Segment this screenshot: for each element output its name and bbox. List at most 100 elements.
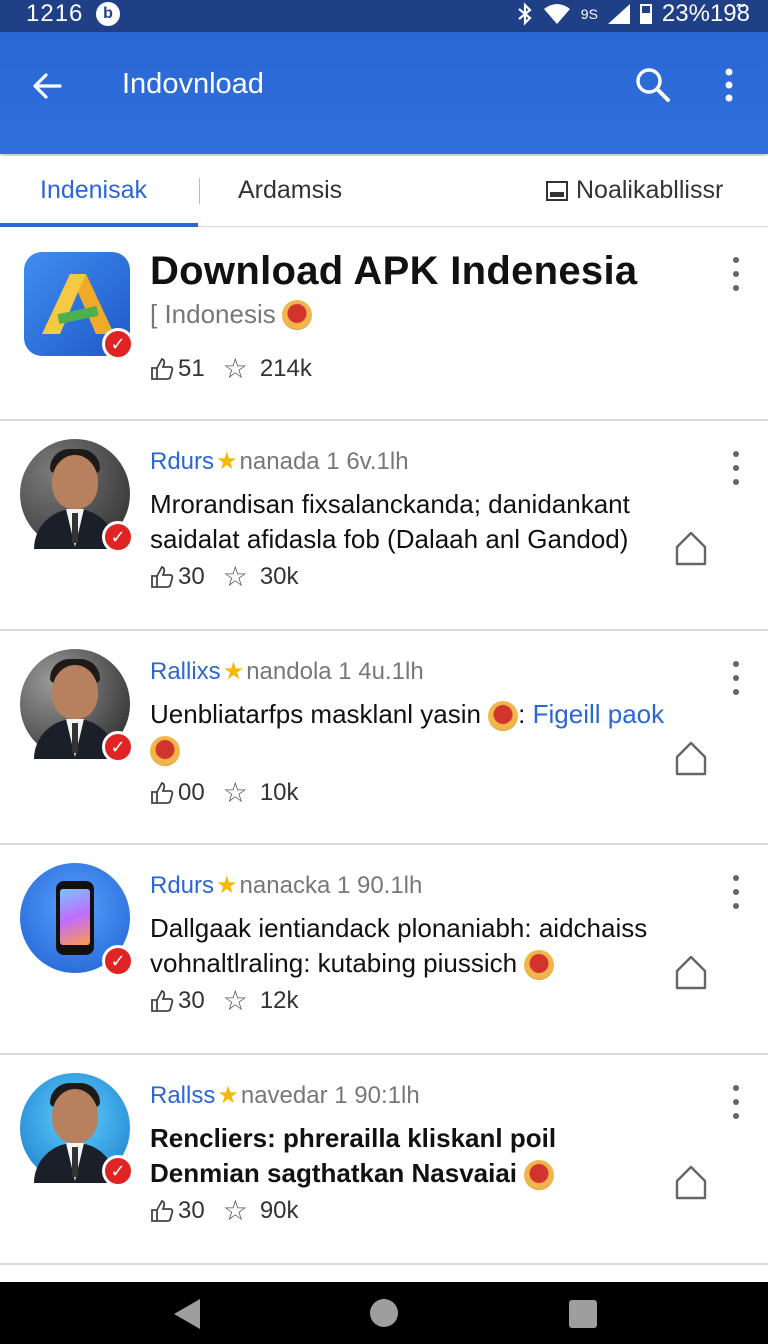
- post-text: Rencliers: phrerailla kliskanl poil Denm…: [150, 1121, 670, 1191]
- image-icon: [546, 180, 568, 201]
- post-author[interactable]: Rdurs: [150, 448, 214, 476]
- post-time: nanada 1 6v.1lh: [239, 447, 409, 475]
- back-button[interactable]: [26, 64, 70, 108]
- tab-label: Noalikabllissr: [576, 176, 724, 204]
- emoji-icon: [150, 736, 180, 767]
- tab-noalikabllissr[interactable]: Noalikabllissr: [546, 176, 723, 205]
- wifi-icon: [543, 4, 570, 24]
- post-more-button[interactable]: [730, 451, 742, 485]
- thumbs-up-icon[interactable]: [150, 357, 174, 381]
- share-icon[interactable]: [672, 529, 710, 567]
- phone-screen: [60, 889, 90, 945]
- app-logo: ✓: [24, 252, 134, 360]
- emoji-icon: [524, 950, 555, 981]
- post-stats: 30 ☆ 30k: [150, 563, 299, 591]
- verified-badge-icon: ✓: [102, 521, 134, 553]
- emoji-icon: [488, 701, 519, 732]
- star-icon[interactable]: ☆: [223, 563, 248, 591]
- battery-status: 23%19̃8: [661, 0, 750, 27]
- post-time: navedar 1 90:1lh: [240, 1081, 420, 1109]
- post-time: nandola 1 4u.1lh: [246, 657, 424, 685]
- thumbs-up-icon[interactable]: [150, 1199, 174, 1223]
- more-options-button[interactable]: [714, 66, 744, 106]
- post-time: nanacka 1 90.1lh: [239, 871, 423, 899]
- battery-icon: [639, 4, 652, 24]
- thumbs-up-icon[interactable]: [150, 989, 174, 1013]
- share-icon[interactable]: [672, 739, 710, 777]
- rating-count: 30k: [259, 563, 299, 590]
- post-card[interactable]: ✓ Rallixs ★ nandola 1 4u.1lh Uenbliatarf…: [0, 631, 768, 845]
- post-text-content: Mrorandisan fixsalanckanda; danidankant …: [150, 489, 630, 554]
- card-more-button[interactable]: [730, 257, 742, 291]
- tab-indenisak[interactable]: Indenisak: [40, 176, 147, 205]
- post-author[interactable]: Rallss: [150, 1082, 215, 1110]
- post-text: Dallgaak ientiandack plonaniabh: aidchai…: [150, 911, 670, 981]
- app-title: Indovnload: [122, 68, 264, 100]
- post-meta: Rallixs ★ nandola 1 4u.1lh: [150, 657, 424, 686]
- star-badge-icon: ★: [217, 1082, 239, 1109]
- post-card[interactable]: ✓ Rdurs ★ nanada 1 6v.1lh Mrorandisan fi…: [0, 421, 768, 631]
- post-meta: Rdurs ★ nanada 1 6v.1lh: [150, 447, 409, 476]
- post-author[interactable]: Rdurs: [150, 872, 214, 900]
- rating-count: 10k: [259, 779, 299, 806]
- rating-count: 12k: [259, 987, 299, 1014]
- search-icon: [636, 68, 670, 102]
- notification-badge-icon: b: [96, 2, 120, 26]
- avatar: ✓: [20, 1073, 134, 1187]
- nav-recents-icon[interactable]: [569, 1300, 597, 1328]
- share-icon[interactable]: [672, 1163, 710, 1201]
- rating-count: 214k: [259, 355, 312, 382]
- avatar: ✓: [20, 649, 134, 763]
- thumbs-up-icon[interactable]: [150, 781, 174, 805]
- post-text-content: Uenbliatarfps masklanl yasin: [150, 699, 481, 729]
- share-icon[interactable]: [672, 953, 710, 991]
- post-card[interactable]: ✓ Rdurs ★ nanacka 1 90.1lh Dallgaak ient…: [0, 845, 768, 1055]
- nav-back-icon[interactable]: [174, 1299, 200, 1329]
- nav-home-icon[interactable]: [370, 1299, 398, 1327]
- emoji-icon: [281, 299, 312, 330]
- avatar: ✓: [20, 439, 134, 553]
- app-header-card[interactable]: ✓ Download APK Indenesia [ Indonesis 51 …: [0, 227, 768, 421]
- post-text-content: Rencliers: phrerailla kliskanl poil Denm…: [150, 1123, 557, 1188]
- tab-divider: [199, 178, 200, 204]
- app-name: Download APK Indenesia: [150, 249, 638, 293]
- post-more-button[interactable]: [730, 661, 742, 695]
- bluetooth-icon: [518, 2, 532, 26]
- tab-ardamsis[interactable]: Ardamsis: [238, 176, 342, 205]
- rating-count: 90k: [259, 1197, 299, 1224]
- like-count: 30: [178, 563, 205, 590]
- system-nav-bar: [0, 1282, 768, 1344]
- star-icon[interactable]: ☆: [223, 987, 248, 1015]
- like-count: 51: [178, 355, 205, 382]
- like-count: 00: [178, 779, 205, 806]
- post-more-button[interactable]: [730, 1085, 742, 1119]
- thumbs-up-icon[interactable]: [150, 565, 174, 589]
- like-count: 30: [178, 1197, 205, 1224]
- search-button[interactable]: [632, 64, 674, 106]
- app-subtitle: [ Indonesis: [150, 299, 312, 330]
- network-type: 9S: [580, 6, 598, 22]
- post-more-button[interactable]: [730, 875, 742, 909]
- status-time: 1216: [26, 0, 84, 27]
- post-card[interactable]: ✓ Rallss ★ navedar 1 90:1lh Rencliers: p…: [0, 1055, 768, 1265]
- avatar: ✓: [20, 863, 134, 977]
- star-icon[interactable]: ☆: [223, 1197, 248, 1225]
- post-meta: Rallss ★ navedar 1 90:1lh: [150, 1081, 420, 1110]
- signal-icon: [607, 4, 630, 24]
- star-icon[interactable]: ☆: [223, 779, 248, 807]
- star-icon[interactable]: ☆: [223, 355, 248, 383]
- app-region: [ Indonesis: [150, 299, 276, 329]
- app-bar: Indovnload: [0, 32, 768, 154]
- post-text-content: Dallgaak ientiandack plonaniabh: aidchai…: [150, 913, 648, 978]
- app-stats: 51 ☆ 214k: [150, 355, 312, 383]
- post-stats: 30 ☆ 90k: [150, 1197, 299, 1225]
- post-link[interactable]: Figeill paok: [533, 699, 665, 729]
- post-stats: 30 ☆ 12k: [150, 987, 299, 1015]
- star-badge-icon: ★: [216, 872, 238, 899]
- post-author[interactable]: Rallixs: [150, 658, 221, 686]
- verified-badge-icon: ✓: [102, 328, 134, 360]
- arrow-left-icon: [33, 73, 62, 99]
- emoji-icon: [524, 1160, 555, 1191]
- like-count: 30: [178, 987, 205, 1014]
- star-badge-icon: ★: [216, 448, 238, 475]
